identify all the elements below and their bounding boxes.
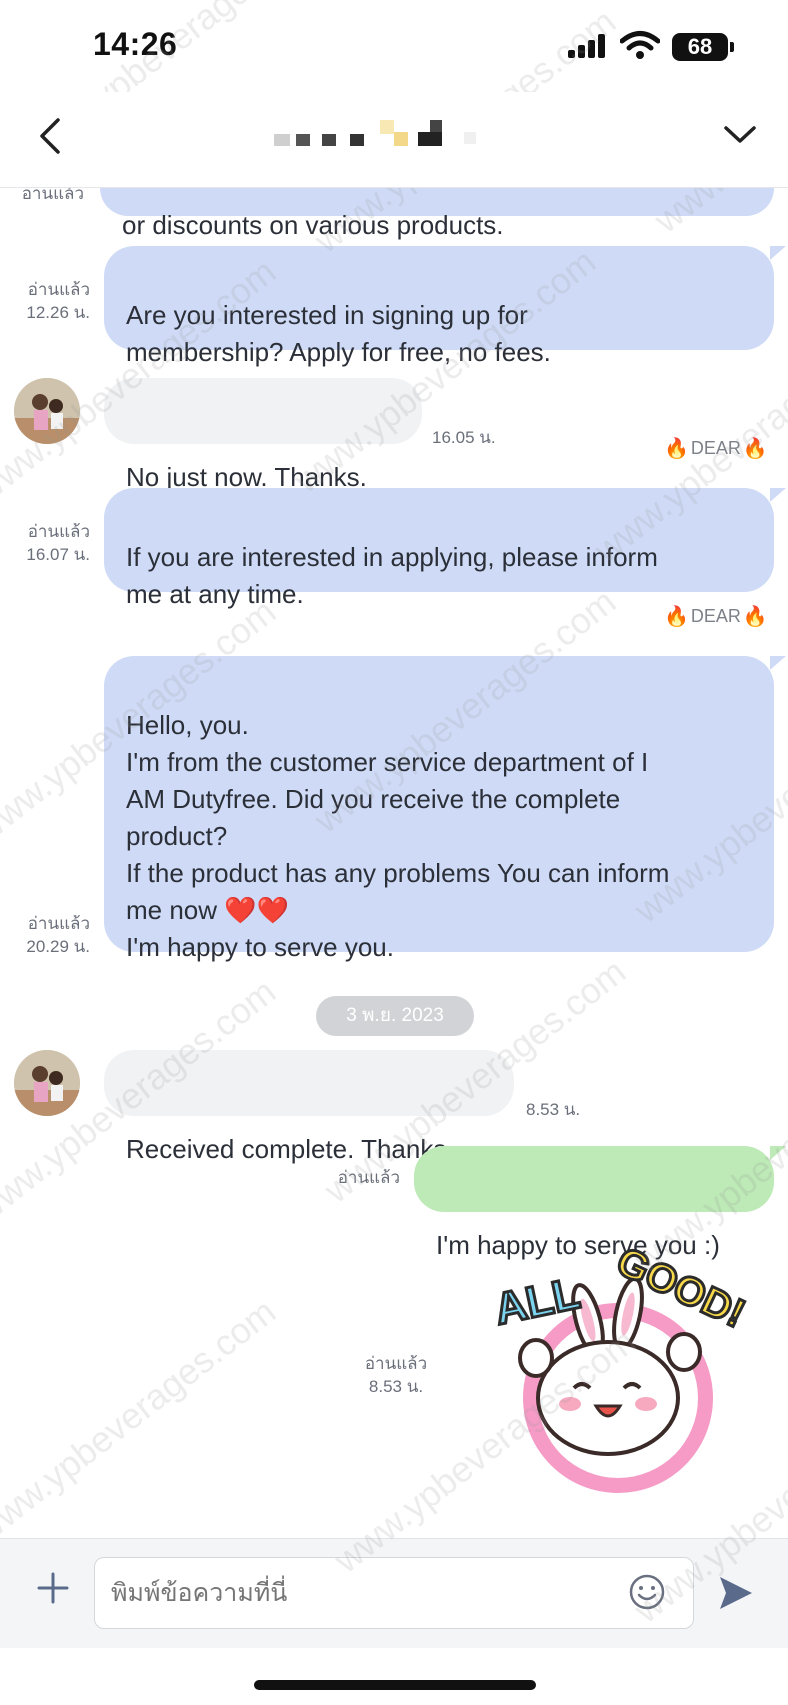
battery-icon: 68: [672, 33, 734, 61]
fire-icon: 🔥: [664, 606, 689, 628]
received-message-bubble[interactable]: Received complete. Thanks.: [104, 1050, 514, 1164]
bubble-tail: [770, 246, 786, 260]
read-receipt: อ่านแล้ว 16.07 น.: [26, 522, 90, 564]
sent-message-bubble[interactable]: Are you interested in signing up for mem…: [104, 246, 774, 367]
home-indicator: [254, 1680, 536, 1690]
cellular-signal-icon: [568, 34, 608, 58]
read-receipt: อ่านแล้ว 20.29 น.: [26, 914, 90, 956]
fire-icon: 🔥: [664, 438, 689, 460]
received-message-bubble[interactable]: No just now. Thanks.: [104, 378, 422, 492]
status-bar: 14:26 68: [0, 0, 788, 92]
chat-header: [0, 92, 788, 188]
chevron-down-icon[interactable]: [722, 122, 758, 146]
message-time: 8.53 น.: [526, 1100, 581, 1119]
sent-message-bubble[interactable]: Hello, you. I'm from the customer servic…: [104, 656, 774, 962]
contact-avatar[interactable]: [14, 378, 80, 444]
wifi-icon: [620, 31, 660, 59]
sent-message-bubble[interactable]: If you are interested in applying, pleas…: [104, 488, 774, 609]
avatar-photo: [14, 378, 80, 444]
chat-message-list[interactable]: อ่านแล้ว or discounts on various product…: [0, 188, 788, 1538]
read-receipt: อ่านแล้ว 8.53 น.: [364, 1354, 428, 1396]
avatar-photo: [14, 1050, 80, 1116]
message-input-bar: [0, 1538, 788, 1648]
read-receipt: อ่านแล้ว: [21, 188, 84, 203]
fire-icon: 🔥: [742, 606, 768, 628]
bubble-tail: [770, 488, 786, 502]
plus-icon[interactable]: [36, 1571, 70, 1605]
bubble-tail: [770, 656, 786, 670]
fire-icon: 🔥: [742, 438, 768, 460]
message-time: 16.05 น.: [432, 428, 496, 447]
smiley-icon[interactable]: [628, 1573, 666, 1611]
bubble-tail: [770, 1146, 786, 1160]
message-input[interactable]: [94, 1557, 694, 1629]
read-receipt: อ่านแล้ว 12.26 น.: [26, 280, 90, 322]
sender-tag: 🔥 DEAR 🔥: [664, 606, 768, 628]
read-receipt: อ่านแล้ว: [337, 1168, 400, 1187]
contact-avatar[interactable]: [14, 1050, 80, 1116]
sticker-all-good[interactable]: ALL GOOD!: [488, 1248, 758, 1498]
chevron-left-icon[interactable]: [36, 116, 64, 156]
contact-name-redacted[interactable]: [274, 118, 514, 160]
sent-message-bubble[interactable]: I'm happy to serve you :): [414, 1146, 774, 1260]
send-arrow-icon[interactable]: [716, 1573, 756, 1613]
sender-tag: 🔥 DEAR 🔥: [664, 438, 768, 460]
sent-message-bubble[interactable]: or discounts on various products.: [100, 188, 774, 240]
status-time: 14:26: [93, 26, 178, 62]
date-separator: 3 พ.ย. 2023: [316, 996, 474, 1036]
